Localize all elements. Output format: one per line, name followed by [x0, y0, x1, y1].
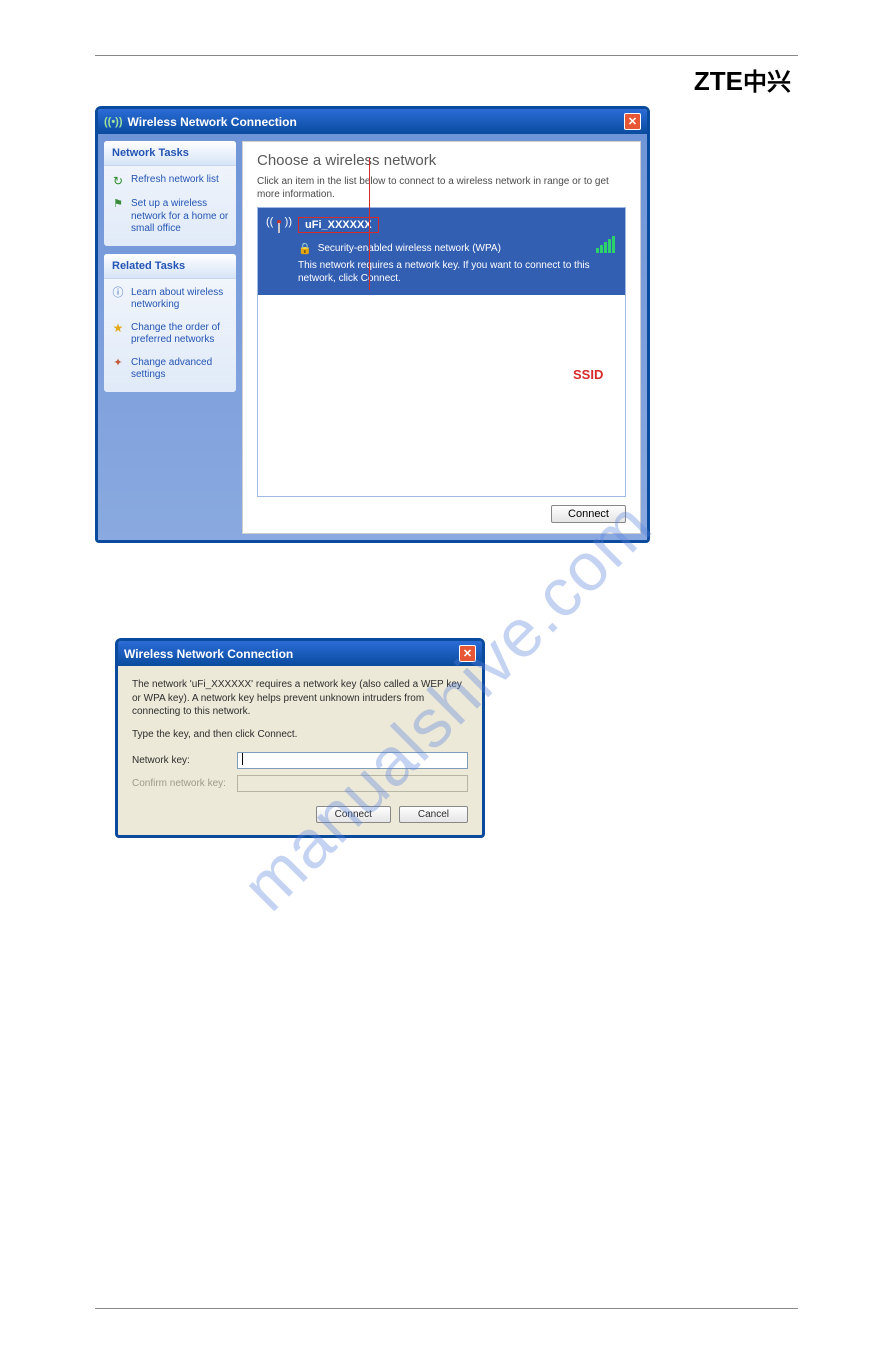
network-item[interactable]: uFi_XXXXXX 🔒 Security-enabled wireless n… [258, 208, 625, 295]
dialog-connect-button[interactable]: Connect [316, 806, 391, 823]
learn-label: Learn about wireless networking [131, 287, 229, 312]
ssid-highlight: uFi_XXXXXX [298, 217, 379, 233]
lock-icon: 🔒 [298, 242, 312, 255]
change-order-label: Change the order of preferred networks [131, 322, 229, 347]
wireless-list-window: ((•)) Wireless Network Connection ✕ Netw… [95, 106, 650, 543]
learn-link[interactable]: ⓘ Learn about wireless networking [111, 287, 229, 312]
dialog-title: Wireless Network Connection [124, 647, 293, 661]
dialog-cancel-button[interactable]: Cancel [399, 806, 468, 823]
footer-rule [95, 1308, 798, 1309]
dialog-titlebar[interactable]: Wireless Network Connection ✕ [118, 641, 482, 666]
close-icon: ✕ [463, 647, 472, 660]
close-button[interactable]: ✕ [624, 113, 641, 130]
advanced-settings-link[interactable]: ✦ Change advanced settings [111, 357, 229, 382]
network-key-dialog: Wireless Network Connection ✕ The networ… [115, 638, 485, 838]
network-description: This network requires a network key. If … [298, 259, 608, 285]
network-key-input[interactable] [237, 752, 468, 769]
confirm-key-input [237, 775, 468, 792]
confirm-key-label: Confirm network key: [132, 778, 237, 789]
dialog-close-button[interactable]: ✕ [459, 645, 476, 662]
caret-icon [242, 753, 243, 765]
brand-logo: ZTE中兴 [694, 62, 791, 97]
advanced-settings-label: Change advanced settings [131, 357, 229, 382]
network-tasks-header: Network Tasks [104, 141, 236, 166]
connect-button[interactable]: Connect [551, 505, 626, 523]
ssid-callout-line [369, 158, 370, 290]
change-order-link[interactable]: ★ Change the order of preferred networks [111, 322, 229, 347]
dialog-message: The network 'uFi_XXXXXX' requires a netw… [132, 678, 468, 719]
network-tasks-panel: Network Tasks ↻ Refresh network list ⚑ S… [104, 141, 236, 246]
refresh-network-link[interactable]: ↻ Refresh network list [111, 174, 229, 188]
setup-network-link[interactable]: ⚑ Set up a wireless network for a home o… [111, 198, 229, 236]
main-subtext: Click an item in the list below to conne… [257, 175, 626, 201]
related-tasks-header: Related Tasks [104, 254, 236, 279]
setup-network-label: Set up a wireless network for a home or … [131, 198, 229, 236]
gear-icon: ✦ [111, 357, 125, 371]
sidebar: Network Tasks ↻ Refresh network list ⚑ S… [104, 141, 236, 534]
close-icon: ✕ [628, 115, 637, 128]
wifi-title-icon: ((•)) [104, 116, 123, 128]
signal-strength-icon [596, 236, 615, 253]
wifi-icon [268, 216, 290, 234]
main-panel: Choose a wireless network Click an item … [242, 141, 641, 534]
main-heading: Choose a wireless network [257, 152, 626, 169]
header-rule [95, 55, 798, 56]
refresh-network-label: Refresh network list [131, 174, 219, 187]
dialog-instruction: Type the key, and then click Connect. [132, 729, 468, 740]
ssid-callout-label: SSID [573, 367, 603, 382]
network-key-label: Network key: [132, 755, 237, 766]
star-icon: ★ [111, 322, 125, 336]
setup-icon: ⚑ [111, 198, 125, 212]
network-list[interactable]: uFi_XXXXXX 🔒 Security-enabled wireless n… [257, 207, 626, 497]
refresh-icon: ↻ [111, 174, 125, 188]
security-label: Security-enabled wireless network (WPA) [318, 243, 501, 254]
related-tasks-panel: Related Tasks ⓘ Learn about wireless net… [104, 254, 236, 392]
titlebar[interactable]: ((•)) Wireless Network Connection ✕ [98, 109, 647, 134]
window-title: Wireless Network Connection [128, 115, 297, 129]
info-icon: ⓘ [111, 287, 125, 301]
